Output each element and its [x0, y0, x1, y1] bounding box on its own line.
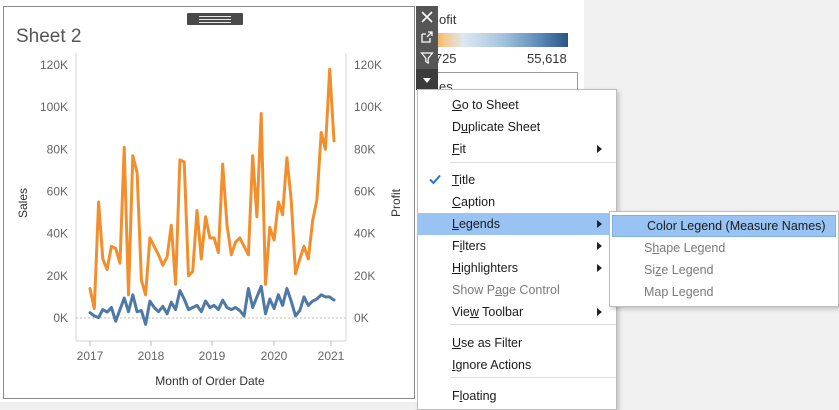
dashboard-canvas	[584, 0, 839, 410]
submenu-item-label: Color Legend (Measure Names)	[647, 219, 826, 233]
menu-item-label: Highlighters	[452, 261, 519, 275]
submenu-arrow-icon	[597, 242, 602, 250]
y-left-tick-label: 100K	[40, 100, 68, 114]
submenu-item-shape-legend: Shape Legend	[610, 237, 838, 259]
submenu-item-label: Size Legend	[644, 263, 714, 277]
y-left-tick-label: 80K	[47, 142, 68, 156]
menu-item-title[interactable]: Title	[418, 169, 616, 191]
menu-separator	[450, 162, 616, 163]
menu-item-duplicate-sheet[interactable]: Duplicate Sheet	[418, 116, 616, 138]
y-axis-left-title: Sales	[16, 188, 30, 218]
context-menu: Go to Sheet Duplicate Sheet Fit Title Captio…	[417, 89, 617, 410]
x-tick-label: 2020	[261, 349, 288, 363]
color-legend-ramp	[418, 33, 568, 47]
chart-series	[88, 67, 336, 326]
pop-out-icon[interactable]	[416, 26, 438, 47]
y-left-tick-label: 20K	[47, 269, 68, 283]
line-chart: 120K 100K 80K 60K 40K 20K 0K 120K 100K 80K 60K 40K 2…	[16, 53, 403, 388]
submenu-arrow-icon	[597, 220, 602, 228]
y-left-tick-label: 120K	[40, 58, 68, 72]
menu-separator	[450, 377, 616, 378]
menu-item-label: Use as Filter	[452, 336, 523, 350]
x-tick-label: 2017	[77, 349, 104, 363]
menu-separator	[450, 324, 616, 325]
menu-item-label: Floating	[452, 389, 497, 403]
sheet-zone[interactable]: Sheet 2 120K 100K 80K 60K 40K 20K 0K 120K 100K 80…	[3, 6, 415, 399]
more-options-icon[interactable]	[416, 69, 438, 90]
menu-item-view-toolbar[interactable]: View Toolbar	[418, 301, 616, 323]
menu-item-show-page-control: Show Page Control	[418, 279, 616, 301]
menu-item-label: Show Page Control	[452, 283, 560, 297]
submenu-arrow-icon	[597, 264, 602, 272]
zone-toolbar	[416, 6, 438, 90]
submenu-item-map-legend: Map Legend	[610, 281, 838, 303]
menu-item-label: Legends	[452, 217, 500, 231]
y-right-tick-label: 20K	[354, 269, 375, 283]
menu-item-label: Duplicate Sheet	[452, 120, 541, 134]
menu-item-label: Fit	[452, 142, 466, 156]
x-tick-label: 2021	[318, 349, 345, 363]
menu-item-ignore-actions[interactable]: Ignore Actions	[418, 354, 616, 376]
menu-item-label: Ignore Actions	[452, 358, 532, 372]
menu-item-fit[interactable]: Fit	[418, 138, 616, 160]
submenu-arrow-icon	[597, 308, 602, 316]
menu-item-legends[interactable]: Legends	[418, 213, 616, 235]
y-left-tick-label: 0K	[53, 311, 68, 325]
y-left-tick-label: 40K	[47, 227, 68, 241]
checkmark-icon	[429, 174, 441, 185]
menu-item-label: Go to Sheet	[452, 98, 519, 112]
submenu-item-label: Map Legend	[644, 285, 714, 299]
menu-item-floating[interactable]: Floating	[418, 385, 616, 407]
menu-item-use-as-filter[interactable]: Use as Filter	[418, 332, 616, 354]
menu-item-label: Caption	[452, 195, 496, 209]
menu-item-highlighters[interactable]: Highlighters	[418, 257, 616, 279]
submenu-item-size-legend: Size Legend	[610, 259, 838, 281]
submenu-item-label: Shape Legend	[644, 241, 726, 255]
menu-item-filters[interactable]: Filters	[418, 235, 616, 257]
x-tick-label: 2018	[138, 349, 165, 363]
submenu-arrow-icon	[597, 145, 602, 153]
legends-submenu: Color Legend (Measure Names) Shape Legend…	[609, 211, 839, 307]
series-line-sales	[88, 67, 336, 310]
close-icon[interactable]	[416, 6, 438, 27]
menu-item-label: Filters	[452, 239, 487, 253]
x-axis-title: Month of Order Date	[155, 374, 265, 388]
menu-item-caption[interactable]: Caption	[418, 191, 616, 213]
y-right-tick-label: 80K	[354, 142, 375, 156]
y-left-tick-label: 60K	[47, 185, 68, 199]
series-line-profit	[88, 284, 336, 326]
y-right-tick-label: 100K	[354, 100, 382, 114]
y-right-tick-label: 40K	[354, 227, 375, 241]
menu-item-go-to-sheet[interactable]: Go to Sheet	[418, 94, 616, 116]
x-tick-label: 2019	[199, 349, 226, 363]
menu-item-label: Title	[452, 173, 476, 187]
submenu-item-color-legend-measure-names[interactable]: Color Legend (Measure Names)	[612, 215, 836, 237]
color-legend-title: ofit	[439, 12, 457, 27]
y-axis-right-title: Profit	[389, 188, 403, 217]
color-legend-max: 55,618	[527, 51, 567, 66]
y-right-tick-label: 0K	[354, 311, 369, 325]
y-right-tick-label: 60K	[354, 185, 375, 199]
filter-icon[interactable]	[416, 47, 438, 68]
y-right-tick-label: 120K	[354, 58, 382, 72]
menu-item-label: View Toolbar	[452, 305, 524, 319]
